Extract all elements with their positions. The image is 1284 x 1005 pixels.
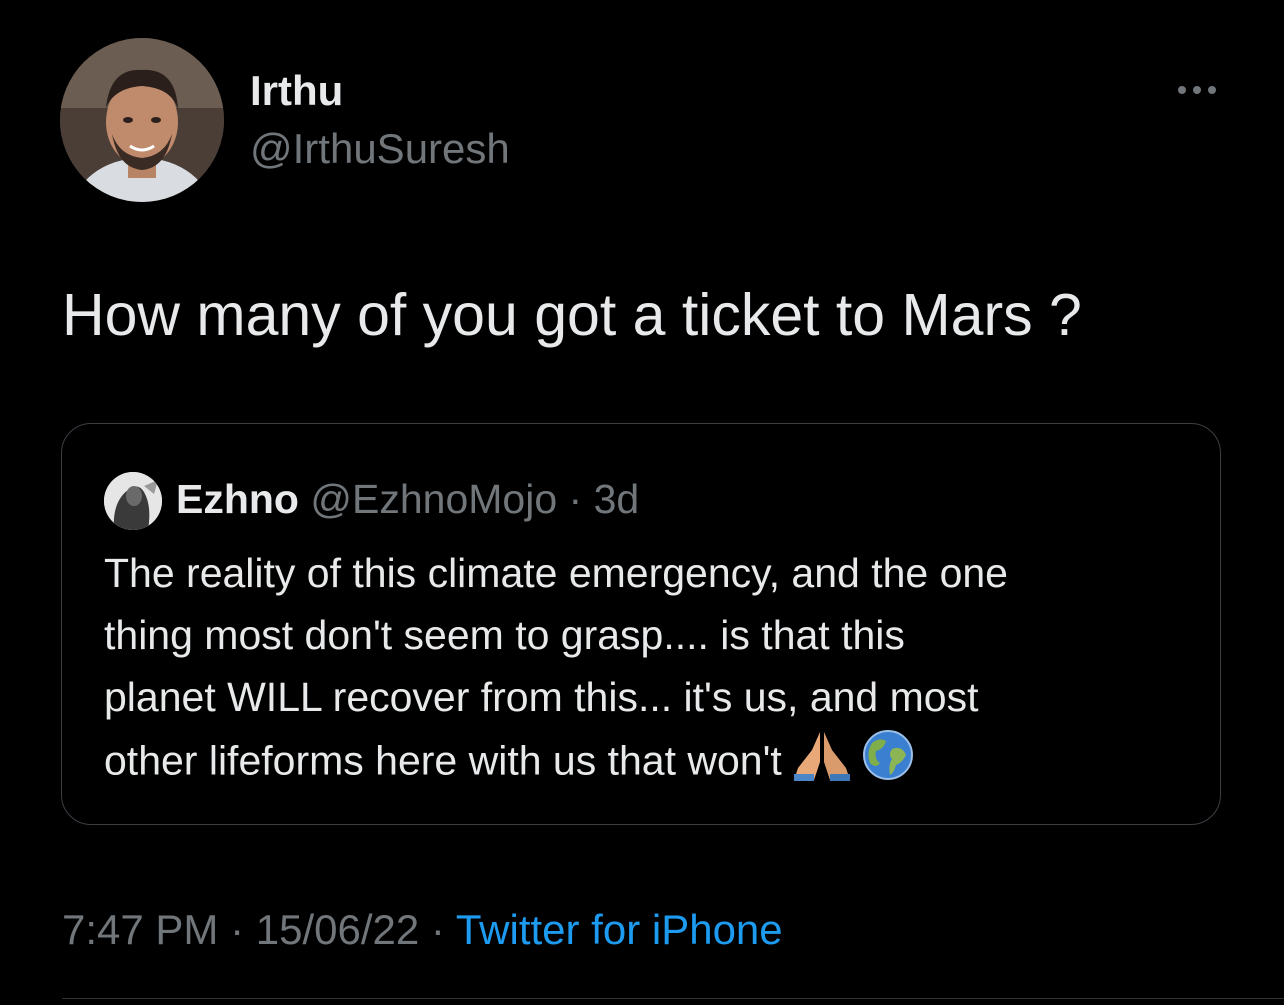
author-avatar[interactable] [60,38,224,202]
tweet-metadata: 7:47 PM · 15/06/22 · Twitter for iPhone [62,902,783,958]
quoted-author-name[interactable]: Ezhno [176,476,299,522]
globe-icon [862,729,914,798]
quoted-text-line: thing most don't seem to grasp.... is th… [104,612,905,658]
quoted-tweet-header: Ezhno @EzhnoMojo · 3d [176,474,639,524]
tweet-source-link[interactable]: Twitter for iPhone [456,906,783,953]
quoted-author-handle[interactable]: @EzhnoMojo [310,476,557,522]
meta-separator: · [419,906,456,953]
quoted-tweet-age[interactable]: 3d [594,476,640,522]
quoted-tweet-text: The reality of this climate emergency, a… [104,542,1194,799]
more-options-button[interactable] [1168,76,1226,104]
quoted-text-line: The reality of this climate emergency, a… [104,550,1008,596]
more-dot-icon [1208,86,1216,94]
tweet-text: How many of you got a ticket to Mars ? [62,282,1082,348]
folded-hands-icon [790,728,854,799]
more-dot-icon [1193,86,1201,94]
author-handle[interactable]: @IrthuSuresh [250,124,510,174]
quoted-text-line: planet WILL recover from this... it's us… [104,674,979,720]
quoted-text-line: other lifeforms here with us that won't [104,737,782,784]
tweet-date[interactable]: 15/06/22 [256,906,420,953]
divider [62,998,1284,999]
author-display-name[interactable]: Irthu [250,66,343,116]
meta-separator: · [218,906,256,953]
quoted-text-line-last: other lifeforms here with us that won't [104,728,1194,799]
quoted-author-avatar[interactable] [104,472,162,530]
header-separator: · [568,476,583,522]
quoted-tweet-card[interactable]: Ezhno @EzhnoMojo · 3d The reality of thi… [61,423,1221,825]
tweet-time[interactable]: 7:47 PM [62,906,218,953]
more-dot-icon [1178,86,1186,94]
